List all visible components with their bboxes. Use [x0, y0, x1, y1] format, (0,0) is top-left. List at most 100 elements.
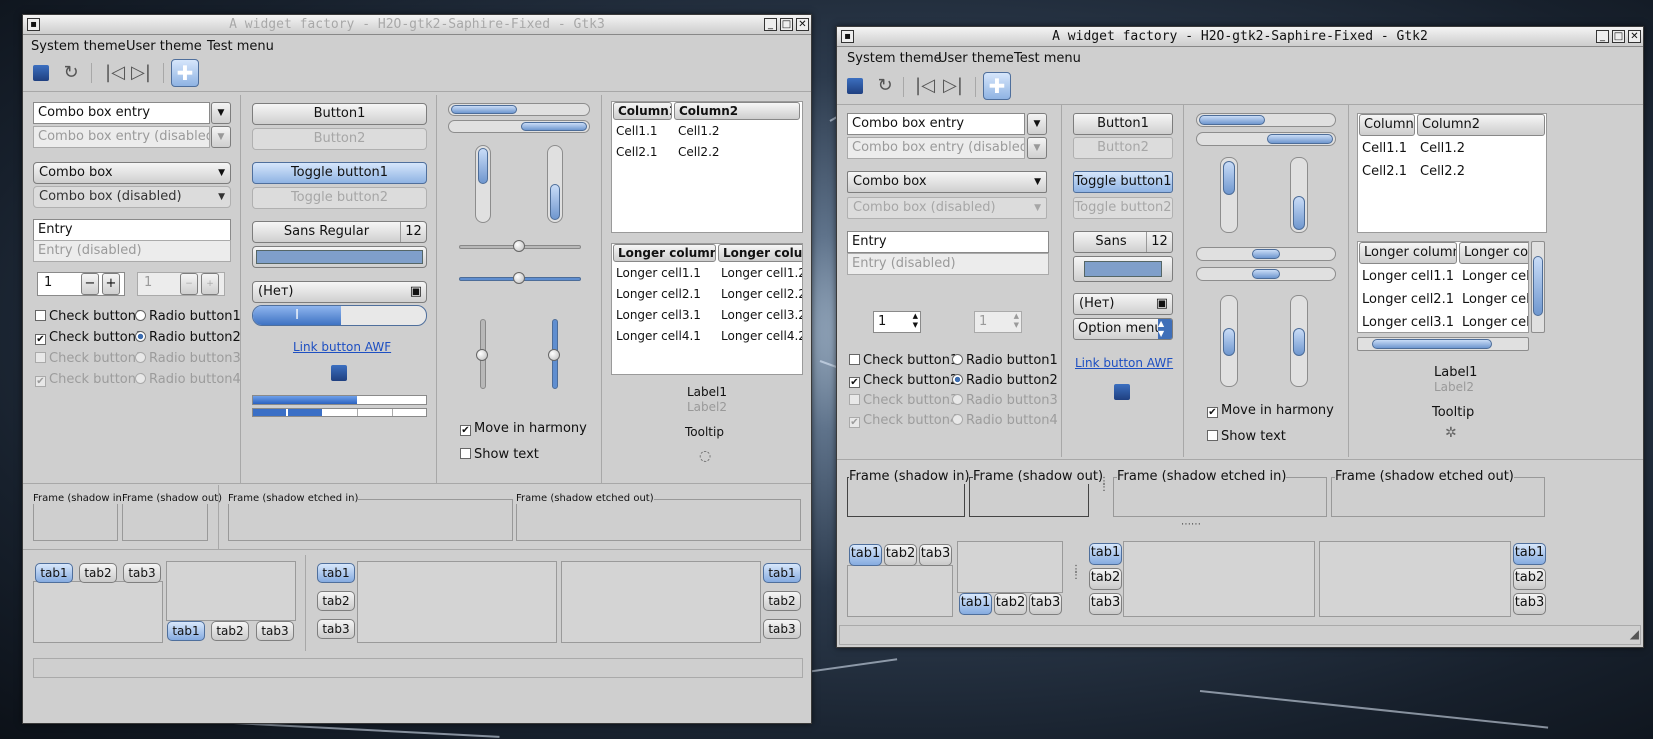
tab3[interactable]: tab3 — [256, 621, 294, 641]
hscale-2[interactable] — [1196, 267, 1336, 281]
tab2[interactable]: tab2 — [763, 591, 801, 611]
vscrollbar-left[interactable] — [475, 145, 491, 223]
tree-cell[interactable]: Longer cell1.2 — [721, 266, 802, 280]
spin-plus-icon[interactable]: + — [102, 273, 120, 295]
tree-view[interactable]: Column1 Column2 Cell1.1 Cell1.2 Cell2.1 … — [1357, 113, 1547, 233]
combo-entry-dropdown-icon[interactable]: ▼ — [1027, 113, 1047, 135]
entry-field[interactable]: Entry — [847, 231, 1049, 253]
check-button2[interactable]: ✔ Check button2 — [849, 373, 958, 388]
color-button[interactable] — [1073, 256, 1173, 282]
tab1[interactable]: tab1 — [167, 621, 205, 641]
menu-user-theme[interactable]: User theme — [938, 51, 1014, 66]
tree-cell[interactable]: Longer cell2.1 — [1362, 292, 1454, 307]
pane-handle-icon[interactable]: ⋮ ⋮ — [1099, 477, 1109, 493]
tree-cell[interactable]: Longer cell1.1 — [1362, 269, 1454, 284]
tree-cell[interactable]: Longer cell1.1 — [616, 266, 701, 280]
combo-box[interactable]: Combo box ▼ — [847, 171, 1047, 193]
tree-cell[interactable]: Longer cell4.1 — [616, 329, 701, 343]
hscrollbar-bottom[interactable] — [1196, 132, 1336, 146]
scale-knob[interactable] — [1252, 249, 1280, 259]
tree-vscrollbar[interactable] — [1531, 241, 1545, 333]
menu-user-theme[interactable]: User theme — [126, 39, 202, 54]
tree-cell[interactable]: Cell2.2 — [1420, 164, 1465, 179]
tab3[interactable]: tab3 — [123, 563, 161, 583]
tooltip-label[interactable]: Tooltip — [1432, 405, 1474, 420]
window-menu-icon[interactable]: ▪ — [27, 18, 40, 31]
vscrollbar-right[interactable] — [547, 145, 563, 223]
check-button1[interactable]: Check button1 — [849, 353, 958, 368]
toggle-button1[interactable]: Toggle button1 — [1073, 171, 1173, 193]
tab3[interactable]: tab3 — [1513, 593, 1546, 615]
tab1[interactable]: tab1 — [1513, 543, 1546, 565]
tree-cell[interactable]: Cell1.2 — [1420, 141, 1465, 156]
scroll-thumb[interactable] — [1372, 339, 1492, 349]
tree-cell[interactable]: Longer cell3.2 — [721, 308, 802, 322]
scroll-thumb[interactable] — [478, 148, 488, 184]
column-header[interactable]: Longer column1 — [1359, 242, 1457, 264]
scale-knob[interactable] — [513, 240, 525, 252]
button1[interactable]: Button1 — [252, 103, 427, 125]
tab2[interactable]: tab2 — [317, 591, 355, 611]
vscale-2[interactable] — [548, 319, 560, 389]
color-button[interactable] — [252, 246, 427, 268]
tab2[interactable]: tab2 — [1513, 568, 1546, 590]
spin-button[interactable]: 1 ▲ ▼ — [873, 311, 921, 333]
file-chooser-button[interactable]: (Нет) ▣ — [252, 281, 427, 303]
scroll-thumb[interactable] — [1293, 196, 1305, 230]
long-tree-view[interactable]: Longer column1 Longer column2 Longer cel… — [1357, 241, 1529, 333]
maximize-button[interactable]: □ — [780, 18, 793, 31]
pane-handle-icon[interactable]: ⋮ ⋮ — [1071, 565, 1081, 581]
scroll-thumb[interactable] — [1199, 115, 1265, 125]
show-text-check[interactable]: Show text — [460, 447, 539, 462]
long-tree-view[interactable]: Longer column1 Longer column2 Longer cel… — [611, 243, 803, 375]
combo-entry-field[interactable]: Combo box entry — [847, 113, 1025, 135]
tree-cell[interactable]: Cell2.1 — [1362, 164, 1407, 179]
tooltip-label[interactable]: Tooltip — [685, 425, 724, 439]
scroll-thumb[interactable] — [1533, 256, 1543, 316]
tree-cell[interactable]: Longer cell2.2 — [721, 287, 802, 301]
tab2[interactable]: tab2 — [211, 621, 249, 641]
hscale-2[interactable] — [459, 272, 581, 284]
go-first-icon[interactable]: |◁ — [103, 61, 127, 85]
tree-cell[interactable]: Cell2.2 — [678, 145, 720, 159]
scale-knob[interactable] — [1293, 328, 1305, 356]
add-button[interactable]: ✚ — [171, 59, 199, 87]
tree-cell[interactable]: Longer cell3.2 — [1462, 315, 1528, 330]
tree-cell[interactable]: Longer cell2.1 — [616, 287, 701, 301]
tree-cell[interactable]: Longer cell3.1 — [1362, 315, 1454, 330]
toggle-button1[interactable]: Toggle button1 — [252, 162, 427, 184]
tab1[interactable]: tab1 — [959, 593, 992, 615]
tree-cell[interactable]: Longer cell2.2 — [1462, 292, 1528, 307]
vscrollbar-left[interactable] — [1220, 157, 1238, 233]
spin-minus-icon[interactable]: − — [81, 273, 99, 295]
scale-knob[interactable] — [1223, 328, 1235, 356]
add-button[interactable]: ✚ — [983, 72, 1011, 100]
scale-knob[interactable] — [548, 349, 560, 361]
vscale-2[interactable] — [1290, 295, 1308, 387]
move-in-harmony-check[interactable]: ✔ Move in harmony — [1207, 403, 1334, 418]
column-header[interactable]: Column1 — [1359, 114, 1415, 136]
column-header[interactable]: Column1 — [613, 102, 672, 120]
tree-cell[interactable]: Longer cell1.2 — [1462, 269, 1528, 284]
minimize-button[interactable]: _ — [1596, 30, 1609, 43]
show-text-check[interactable]: Show text — [1207, 429, 1286, 444]
radio-button2[interactable]: Radio button2 — [135, 330, 241, 345]
hscrollbar-bottom[interactable] — [448, 120, 590, 133]
vscale-1[interactable] — [1220, 295, 1238, 387]
entry-field[interactable]: Entry — [33, 219, 231, 241]
minimize-button[interactable]: _ — [764, 18, 777, 31]
tree-cell[interactable]: Cell1.1 — [1362, 141, 1407, 156]
hscale-1[interactable] — [459, 240, 581, 252]
tab2[interactable]: tab2 — [79, 563, 117, 583]
tab1[interactable]: tab1 — [317, 563, 355, 583]
scroll-thumb[interactable] — [550, 184, 560, 220]
column-header[interactable]: Longer column2 — [718, 244, 802, 262]
tab1[interactable]: tab1 — [849, 544, 882, 566]
vscrollbar-right[interactable] — [1290, 157, 1308, 233]
vscale-1[interactable] — [476, 319, 488, 389]
tree-hscrollbar[interactable] — [1357, 337, 1529, 351]
combo-entry-dropdown-icon[interactable]: ▼ — [211, 102, 231, 124]
font-button[interactable]: Sans 12 — [1073, 231, 1173, 253]
pane-handle-icon[interactable]: ⋯⋯ — [1181, 519, 1201, 530]
close-button[interactable]: ✕ — [1628, 30, 1641, 43]
